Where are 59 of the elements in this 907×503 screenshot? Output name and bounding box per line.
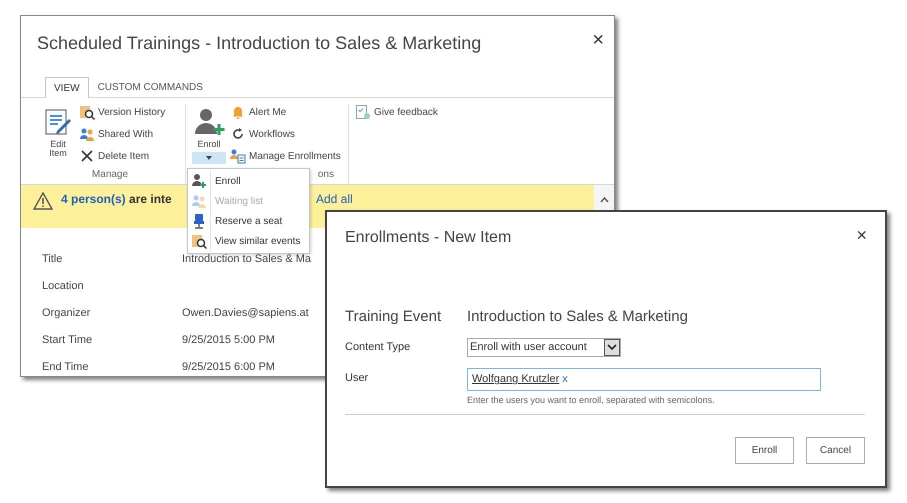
add-person-icon: [193, 106, 225, 138]
ribbon-command[interactable]: Alert Me: [249, 104, 286, 120]
people-icon: [191, 193, 207, 209]
ribbon-tab[interactable]: VIEW: [45, 77, 89, 98]
field-label: User: [345, 371, 370, 386]
user-field[interactable]: Wolfgang Krutzler x: [467, 368, 821, 391]
chair-icon: [192, 213, 206, 229]
hint-text: Enter the users you want to enroll, separated with semicolons.: [467, 394, 716, 407]
people-icon: [79, 126, 95, 142]
banner-message: 4 person(s) are inte: [61, 192, 173, 208]
dialog-button[interactable]: Enroll: [735, 436, 794, 464]
field-value: Introduction to Sales & Ma: [182, 252, 312, 267]
delete-icon: [80, 149, 94, 163]
field-label: Training Event: [345, 306, 442, 327]
ribbon-command[interactable]: Version History: [98, 104, 166, 120]
field-label: Content Type: [345, 340, 412, 356]
circular-arrow-icon: [231, 127, 245, 141]
dropdown-button[interactable]: [192, 152, 226, 164]
field-label: Start Time: [42, 332, 94, 348]
ribbon-command[interactable]: Delete Item: [98, 148, 150, 164]
bell-icon: [231, 105, 245, 119]
document-search-icon: [191, 233, 207, 249]
scroll-up-icon: [600, 197, 608, 204]
field-value: 9/25/2015 5:00 PM: [182, 332, 275, 348]
field-value: 9/25/2015 6:00 PM: [182, 360, 275, 375]
field-label: End Time: [42, 360, 90, 375]
ribbon-tab[interactable]: CUSTOM COMMANDS: [88, 77, 212, 98]
field-value: Introduction to Sales & Marketing: [467, 306, 688, 327]
ribbon-command[interactable]: Shared With: [98, 126, 154, 142]
close-button[interactable]: ×: [856, 226, 867, 244]
document-search-icon: [79, 104, 95, 120]
people-list-icon: [230, 148, 246, 164]
menu-item[interactable]: Enroll: [210, 171, 309, 191]
dialog-title: Enrollments - New Item: [345, 228, 512, 248]
ribbon-command[interactable]: Manage Enrollments: [249, 148, 341, 164]
field-label: Title: [42, 252, 64, 267]
enroll-button[interactable]: Enroll: [193, 140, 225, 149]
window-title: Scheduled Trainings - Introduction to Sales & Marketing: [37, 32, 482, 55]
edit-item-button[interactable]: Edit Item: [42, 140, 74, 158]
edit-document-icon: [43, 107, 73, 137]
dialog-button[interactable]: Cancel: [806, 436, 865, 464]
group-label: Manage: [92, 168, 128, 182]
menu-item[interactable]: View similar events: [210, 231, 309, 251]
field-label: Location: [42, 278, 85, 294]
close-button[interactable]: ×: [592, 30, 604, 50]
caret-icon: [206, 156, 212, 160]
add-all-link[interactable]: Add all: [316, 192, 353, 208]
checklist-icon: [355, 104, 371, 120]
add-person-icon: [191, 173, 207, 189]
group-label: ons: [318, 168, 334, 182]
content-type-select[interactable]: Enroll with user account: [467, 338, 621, 357]
field-label: Organizer: [42, 306, 92, 321]
ribbon-command[interactable]: Workflows: [249, 126, 295, 142]
ribbon-command[interactable]: Give feedback: [374, 104, 438, 120]
user-token: Wolfgang Krutzler: [472, 372, 560, 388]
warning-icon: [33, 192, 53, 210]
menu-item[interactable]: Reserve a seat: [210, 211, 309, 231]
field-value: Owen.Davies@sapiens.at: [182, 306, 309, 321]
remove-user-button[interactable]: x: [562, 371, 568, 388]
